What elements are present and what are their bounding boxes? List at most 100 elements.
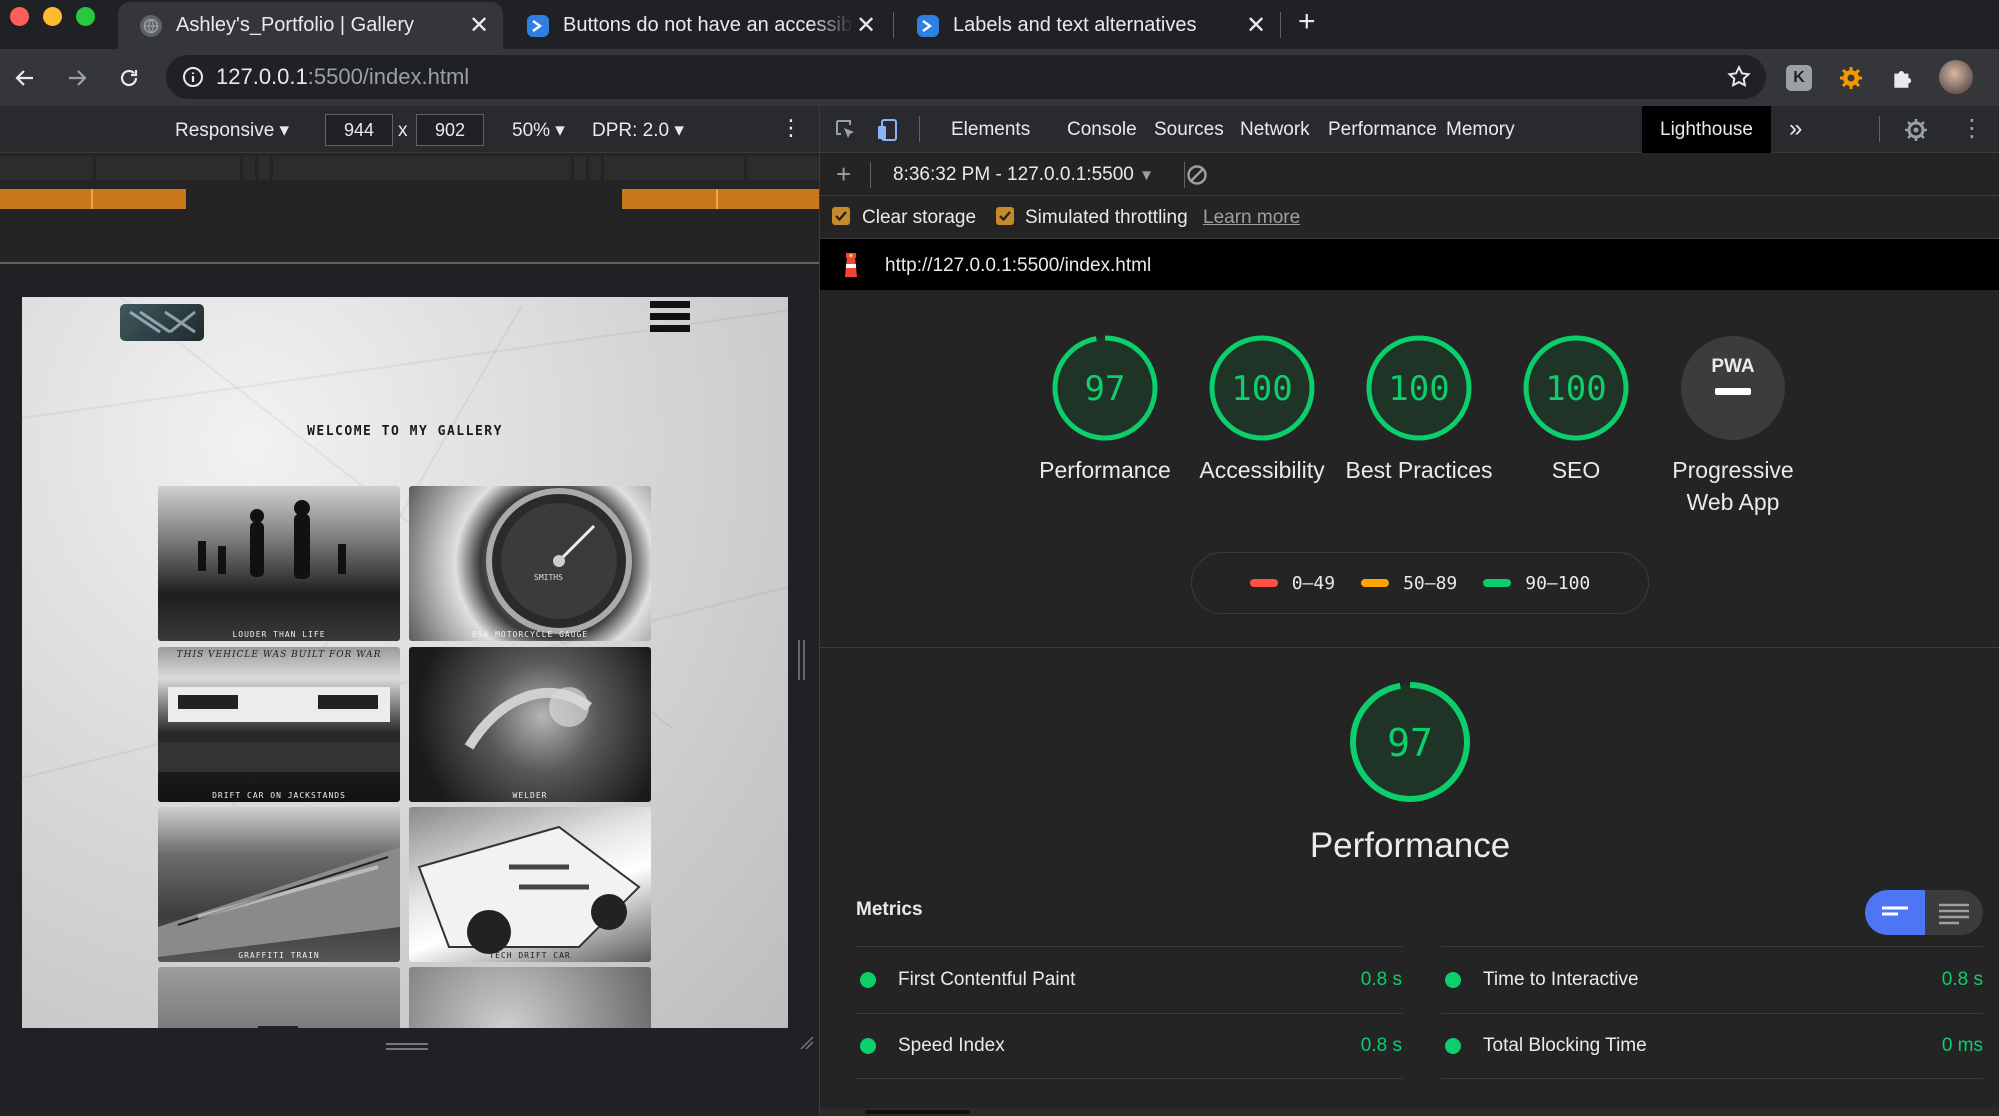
- url-path: :5500/index.html: [307, 64, 470, 89]
- report-url-link[interactable]: http://127.0.0.1:5500/index.html: [885, 255, 1151, 277]
- tab-title: Labels and text alternatives: [953, 14, 1197, 36]
- site-logo[interactable]: [120, 304, 204, 341]
- new-report-icon[interactable]: +: [836, 159, 851, 190]
- device-more-options-icon[interactable]: ⋮: [780, 115, 802, 141]
- forward-button[interactable]: [60, 61, 94, 95]
- simulated-throttling-label[interactable]: Simulated throttling: [1025, 207, 1188, 229]
- simulated-throttling-checkbox[interactable]: [996, 207, 1014, 225]
- gallery-photo[interactable]: [409, 967, 651, 1028]
- min-width-breakpoint[interactable]: [0, 189, 186, 209]
- dimension-separator: x: [398, 120, 408, 141]
- gauge-ring: 100: [1209, 335, 1315, 441]
- gallery-photo[interactable]: [158, 967, 400, 1028]
- gauge-value: 100: [1545, 369, 1606, 409]
- report-url-bar: http://127.0.0.1:5500/index.html: [820, 239, 1999, 290]
- tab-title: Ashley's_Portfolio | Gallery: [176, 14, 414, 36]
- photo-caption: GRAFFITI TRAIN: [238, 951, 320, 960]
- expanded-view-icon[interactable]: [1925, 890, 1983, 935]
- bookmark-star-icon[interactable]: [1726, 64, 1752, 96]
- gallery-photo[interactable]: THIS VEHICLE WAS BUILT FOR WAR DRIFT CAR…: [158, 647, 400, 802]
- reload-button[interactable]: [112, 61, 146, 95]
- gallery-photo[interactable]: GRAFFITI TRAIN: [158, 807, 400, 962]
- minimize-window-button[interactable]: [43, 7, 62, 26]
- gallery-photo[interactable]: WELDER: [409, 647, 651, 802]
- address-bar[interactable]: 127.0.0.1:5500/index.html: [166, 55, 1766, 99]
- score-gauge-seo[interactable]: 100 SEO: [1501, 334, 1651, 486]
- profile-avatar[interactable]: [1938, 59, 1974, 95]
- compact-view-icon[interactable]: [1865, 890, 1925, 935]
- device-toolbar: Responsive ▾ 944 x 902 50% ▾ DPR: 2.0 ▾ …: [0, 106, 819, 153]
- photo-caption: BSA MOTORCYCLE GAUGE: [471, 630, 589, 639]
- gauge-label: SEO: [1551, 457, 1601, 483]
- close-tab-icon[interactable]: ✕: [854, 11, 878, 40]
- tab-gallery[interactable]: Ashley's_Portfolio | Gallery ✕: [118, 2, 503, 49]
- tab-labels-text-alternatives[interactable]: Labels and text alternatives ✕: [895, 2, 1280, 49]
- powershell-icon: [527, 14, 549, 37]
- legend-item-average: 50–89: [1361, 573, 1457, 594]
- viewport-height-input[interactable]: 902: [416, 114, 484, 146]
- tab-divider: [893, 12, 894, 38]
- metric-name: Total Blocking Time: [1483, 1035, 1647, 1056]
- device-viewport: WELCOME TO MY GALLERY LOUDER THAN LIFE S…: [0, 265, 819, 1116]
- tab-elements[interactable]: Elements: [933, 106, 1048, 153]
- report-select[interactable]: 8:36:32 PM - 127.0.0.1:5500 ▼: [893, 164, 1154, 186]
- gallery-photo[interactable]: LOUDER THAN LIFE: [158, 486, 400, 641]
- score-gauge-performance[interactable]: 97 Performance: [1030, 334, 1180, 486]
- more-tabs-icon[interactable]: »: [1789, 115, 1802, 143]
- extension-gear-icon[interactable]: [1836, 63, 1866, 93]
- maximize-window-button[interactable]: [76, 7, 95, 26]
- breakpoint-bar[interactable]: [0, 156, 819, 180]
- photo-caption: DRIFT CAR ON JACKSTANDS: [212, 791, 346, 800]
- inspect-element-icon[interactable]: [834, 118, 858, 147]
- pass-indicator: [1445, 1038, 1461, 1054]
- clear-storage-label[interactable]: Clear storage: [862, 207, 976, 229]
- pwa-badge-text: PWA: [1711, 356, 1755, 377]
- back-button[interactable]: [8, 61, 42, 95]
- score-gauge-accessibility[interactable]: 100 Accessibility: [1187, 334, 1337, 486]
- gallery-photo[interactable]: SMITHS BSA MOTORCYCLE GAUGE: [409, 486, 651, 641]
- clear-reports-icon[interactable]: [1186, 164, 1208, 192]
- resize-handle-right[interactable]: [798, 640, 805, 680]
- dpr-select[interactable]: DPR: 2.0 ▾: [592, 119, 684, 142]
- viewport-width-input[interactable]: 944: [325, 114, 393, 146]
- device-toggle-icon[interactable]: [876, 118, 900, 147]
- gauge-label: Best Practices: [1345, 457, 1493, 483]
- devtools-menu-icon[interactable]: ⋮: [1960, 114, 1984, 143]
- clear-storage-checkbox[interactable]: [832, 207, 850, 225]
- metric-total-blocking-time: Total Blocking Time 0 ms: [1441, 1013, 1983, 1079]
- device-mode-select[interactable]: Responsive ▾: [175, 119, 289, 142]
- powershell-icon: [917, 14, 939, 37]
- close-tab-icon[interactable]: ✕: [467, 11, 491, 40]
- tab-title: Buttons do not have an accessible name: [563, 14, 854, 36]
- back-arrow-icon: [15, 70, 33, 86]
- resize-handle-bottom[interactable]: [386, 1043, 428, 1045]
- forward-arrow-icon: [69, 70, 87, 86]
- scrollbar-thumb[interactable]: [865, 1110, 970, 1114]
- close-tab-icon[interactable]: ✕: [1244, 11, 1268, 40]
- zoom-select[interactable]: 50% ▾: [512, 119, 565, 142]
- learn-more-link[interactable]: Learn more: [1203, 207, 1300, 229]
- settings-gear-icon[interactable]: [1903, 117, 1929, 148]
- new-tab-button[interactable]: +: [1298, 5, 1316, 39]
- tab-memory[interactable]: Memory: [1428, 106, 1533, 153]
- gauge-label: Progressive Web App: [1672, 457, 1794, 515]
- score-gauge-best-practices[interactable]: 100 Best Practices: [1344, 334, 1494, 486]
- metric-name: Time to Interactive: [1483, 968, 1639, 990]
- extension-k-icon[interactable]: K: [1784, 63, 1814, 93]
- hamburger-menu-icon[interactable]: [650, 301, 690, 343]
- score-gauge-pwa[interactable]: PWA Progressive Web App: [1658, 334, 1808, 518]
- gallery-photo[interactable]: TECH DRIFT CAR: [409, 807, 651, 962]
- info-icon[interactable]: [182, 66, 204, 88]
- metric-time-to-interactive: Time to Interactive 0.8 s: [1441, 946, 1983, 1012]
- extensions-puzzle-icon[interactable]: [1888, 63, 1918, 93]
- lighthouse-options: Clear storage Simulated throttling Learn…: [820, 196, 1999, 239]
- tab-lighthouse[interactable]: Lighthouse: [1642, 106, 1771, 153]
- max-width-breakpoint[interactable]: [622, 189, 819, 209]
- gauge-ring: 100: [1366, 335, 1472, 441]
- resize-handle-corner[interactable]: [799, 1035, 815, 1056]
- gauge-label: Performance: [1039, 457, 1171, 483]
- tab-buttons-accessible[interactable]: Buttons do not have an accessible name ✕: [505, 2, 890, 49]
- metric-name: Speed Index: [898, 1035, 1005, 1056]
- close-window-button[interactable]: [10, 7, 29, 26]
- horizontal-scrollbar[interactable]: [820, 1108, 1999, 1116]
